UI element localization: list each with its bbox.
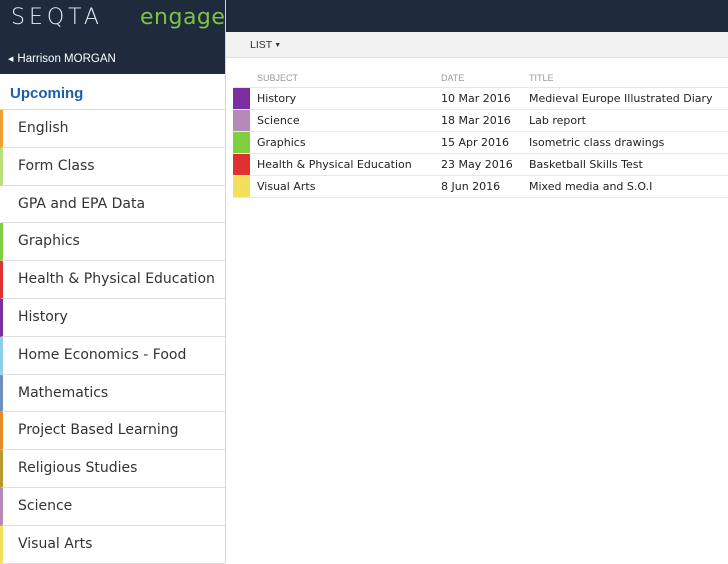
cell-subject: Health & Physical Education [257,158,412,171]
column-header-date: DATE [441,73,465,83]
cell-title: Medieval Europe Illustrated Diary [529,92,713,105]
sidebar-item-mathematics[interactable]: Mathematics [0,374,225,413]
sidebar-item-health-physical-education[interactable]: Health & Physical Education [0,261,225,299]
cell-title: Isometric class drawings [529,136,665,149]
brand-product: engage [140,5,226,30]
cell-subject: Science [257,114,300,127]
caret-left-icon: ◀ [8,56,14,63]
sidebar-item-gpa-and-epa-data[interactable]: GPA and EPA Data [0,185,225,224]
cell-title: Mixed media and S.O.I [529,180,653,193]
sidebar-item-project-based-learning[interactable]: Project Based Learning [0,412,225,451]
table-row[interactable]: Visual Arts 8 Jun 2016 Mixed media and S.O… [233,176,728,198]
cell-title: Basketball Skills Test [529,158,643,171]
view-dropdown-button[interactable]: LIST ▼ [250,39,281,51]
user-name: Harrison MORGAN [17,53,116,65]
column-header-title: TITLE [529,73,554,83]
sidebar-item-science[interactable]: Science [0,487,225,526]
user-menu[interactable]: ◀ Harrison MORGAN [0,44,225,74]
cell-date: 23 May 2016 [441,158,513,171]
view-label: LIST [250,39,273,51]
sidebar-subject-list: English Form Class GPA and EPA Data Graphic… [0,110,225,564]
brand-name: SEQTA [11,5,103,30]
cell-date: 8 Jun 2016 [441,180,501,193]
subject-color-swatch [233,132,250,153]
sidebar-item-form-class[interactable]: Form Class [0,147,225,186]
subject-color-swatch [233,110,250,131]
table-row[interactable]: Science 18 Mar 2016 Lab report [233,110,728,132]
table-row[interactable]: Graphics 15 Apr 2016 Isometric class drawi… [233,132,728,154]
table-row[interactable]: Health & Physical Education 23 May 2016 Ba… [233,154,728,176]
cell-title: Lab report [529,114,586,127]
table-row[interactable]: History 10 Mar 2016 Medieval Europe Illust… [233,88,728,110]
subject-color-swatch [233,176,250,197]
caret-down-icon: ▼ [274,42,282,49]
cell-date: 10 Mar 2016 [441,92,511,105]
sidebar-item-english[interactable]: English [0,110,225,148]
sidebar-item-graphics[interactable]: Graphics [0,223,225,262]
column-header-subject: SUBJECT [257,73,299,83]
sidebar-item-religious-studies[interactable]: Religious Studies [0,450,225,488]
toolbar: LIST ▼ [226,32,728,58]
sidebar-item-visual-arts[interactable]: Visual Arts [0,525,225,564]
cell-subject: History [257,92,297,105]
sidebar-item-upcoming[interactable]: Upcoming [0,74,225,110]
table-header: SUBJECT DATE TITLE [233,70,728,88]
table-body: History 10 Mar 2016 Medieval Europe Illust… [233,88,728,198]
subject-color-swatch [233,154,250,175]
cell-date: 18 Mar 2016 [441,114,511,127]
cell-date: 15 Apr 2016 [441,136,510,149]
cell-subject: Visual Arts [257,180,316,193]
sidebar: SEQTA engage ◀ Harrison MORGAN Upcoming E… [0,0,226,564]
subject-color-swatch [233,88,250,109]
upcoming-table: SUBJECT DATE TITLE History 10 Mar 2016 Med… [233,70,728,198]
sidebar-item-history[interactable]: History [0,298,225,337]
cell-subject: Graphics [257,136,306,149]
sidebar-item-home-economics-food[interactable]: Home Economics - Food [0,336,225,375]
brand-logo: SEQTA engage [0,0,225,44]
